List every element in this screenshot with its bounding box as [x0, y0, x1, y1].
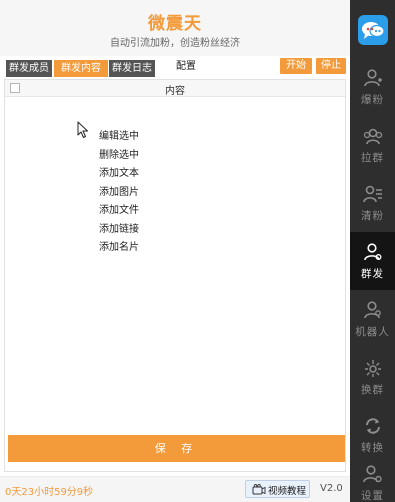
context-menu: 编辑选中 删除选中 添加文本 添加图片 添加文件 添加链接 添加名片 [99, 128, 169, 258]
save-button[interactable]: 保 存 [8, 435, 345, 462]
menu-item-delete[interactable]: 删除选中 [99, 147, 169, 166]
mouse-cursor-icon [77, 121, 88, 138]
sidebar: 爆粉 拉群 清粉 群发 机器人 换群 转换 设置 [350, 0, 395, 502]
tab-members[interactable]: 群发成员 [6, 60, 52, 77]
nav-label: 设置 [361, 490, 384, 502]
chat-bubbles-icon [362, 22, 385, 39]
nav-item-la-qun[interactable]: 拉群 [350, 116, 395, 174]
menu-item-edit[interactable]: 编辑选中 [99, 128, 169, 147]
config-label: 配置 [176, 61, 196, 72]
menu-item-add-image[interactable]: 添加图片 [99, 184, 169, 203]
nav-item-robot[interactable]: 机器人 [350, 290, 395, 348]
start-button[interactable]: 开始 [280, 58, 312, 74]
refresh-icon [366, 418, 380, 434]
main-panel: 微震天 自动引流加粉，创造粉丝经济 群发成员 群发内容 群发日志 配置 开始 停… [0, 0, 350, 502]
footer: 0天23小时59分9秒 视频教程 V2.0 [0, 476, 350, 502]
nav-item-qing-fen[interactable]: 清粉 [350, 174, 395, 232]
camera-icon [252, 484, 266, 495]
content-table: 内容 编辑选中 删除选中 添加文本 添加图片 添加文件 添加链接 添加名片 [4, 79, 346, 472]
burst-icon [365, 360, 381, 377]
version-label: V2.0 [320, 483, 343, 494]
nav-label: 换群 [361, 384, 384, 396]
nav-item-bao-fen[interactable]: 爆粉 [350, 58, 395, 116]
app-window: 微震天 自动引流加粉，创造粉丝经济 群发成员 群发内容 群发日志 配置 开始 停… [0, 0, 395, 502]
nav-item-settings[interactable]: 设置 [350, 454, 395, 502]
tab-content[interactable]: 群发内容 [54, 60, 108, 77]
video-tutorial-label: 视频教程 [268, 486, 307, 497]
app-title: 微震天 [148, 14, 202, 34]
nav-label: 机器人 [355, 326, 390, 338]
table-header: 内容 [5, 80, 345, 97]
menu-item-add-text[interactable]: 添加文本 [99, 165, 169, 184]
column-header-content: 内容 [165, 86, 185, 97]
group-icon [363, 128, 383, 145]
add-user-icon [364, 69, 382, 87]
nav-label: 爆粉 [361, 94, 384, 106]
user-list-icon [363, 185, 382, 203]
nav-item-huan-qun[interactable]: 换群 [350, 348, 395, 406]
nav-label: 清粉 [361, 210, 384, 222]
remaining-time: 0天23小时59分9秒 [5, 487, 94, 498]
nav-label: 拉群 [361, 152, 384, 164]
header: 微震天 自动引流加粉，创造粉丝经济 [0, 0, 350, 56]
app-subtitle: 自动引流加粉，创造粉丝经济 [110, 38, 240, 49]
video-tutorial-button[interactable]: 视频教程 [245, 480, 310, 498]
stop-button[interactable]: 停止 [316, 58, 346, 74]
tab-bar: 群发成员 群发内容 群发日志 配置 开始 停止 [4, 58, 346, 78]
tab-log[interactable]: 群发日志 [109, 60, 155, 77]
menu-item-add-card[interactable]: 添加名片 [99, 239, 169, 258]
robot-icon [364, 301, 381, 319]
menu-item-add-link[interactable]: 添加链接 [99, 221, 169, 240]
nav-item-qun-fa[interactable]: 群发 [350, 232, 395, 290]
user-broadcast-icon [364, 243, 382, 261]
nav-label: 群发 [361, 268, 384, 280]
user-settings-icon [363, 465, 382, 483]
app-logo [358, 15, 388, 45]
nav-label: 转换 [361, 442, 384, 454]
menu-item-add-file[interactable]: 添加文件 [99, 202, 169, 221]
